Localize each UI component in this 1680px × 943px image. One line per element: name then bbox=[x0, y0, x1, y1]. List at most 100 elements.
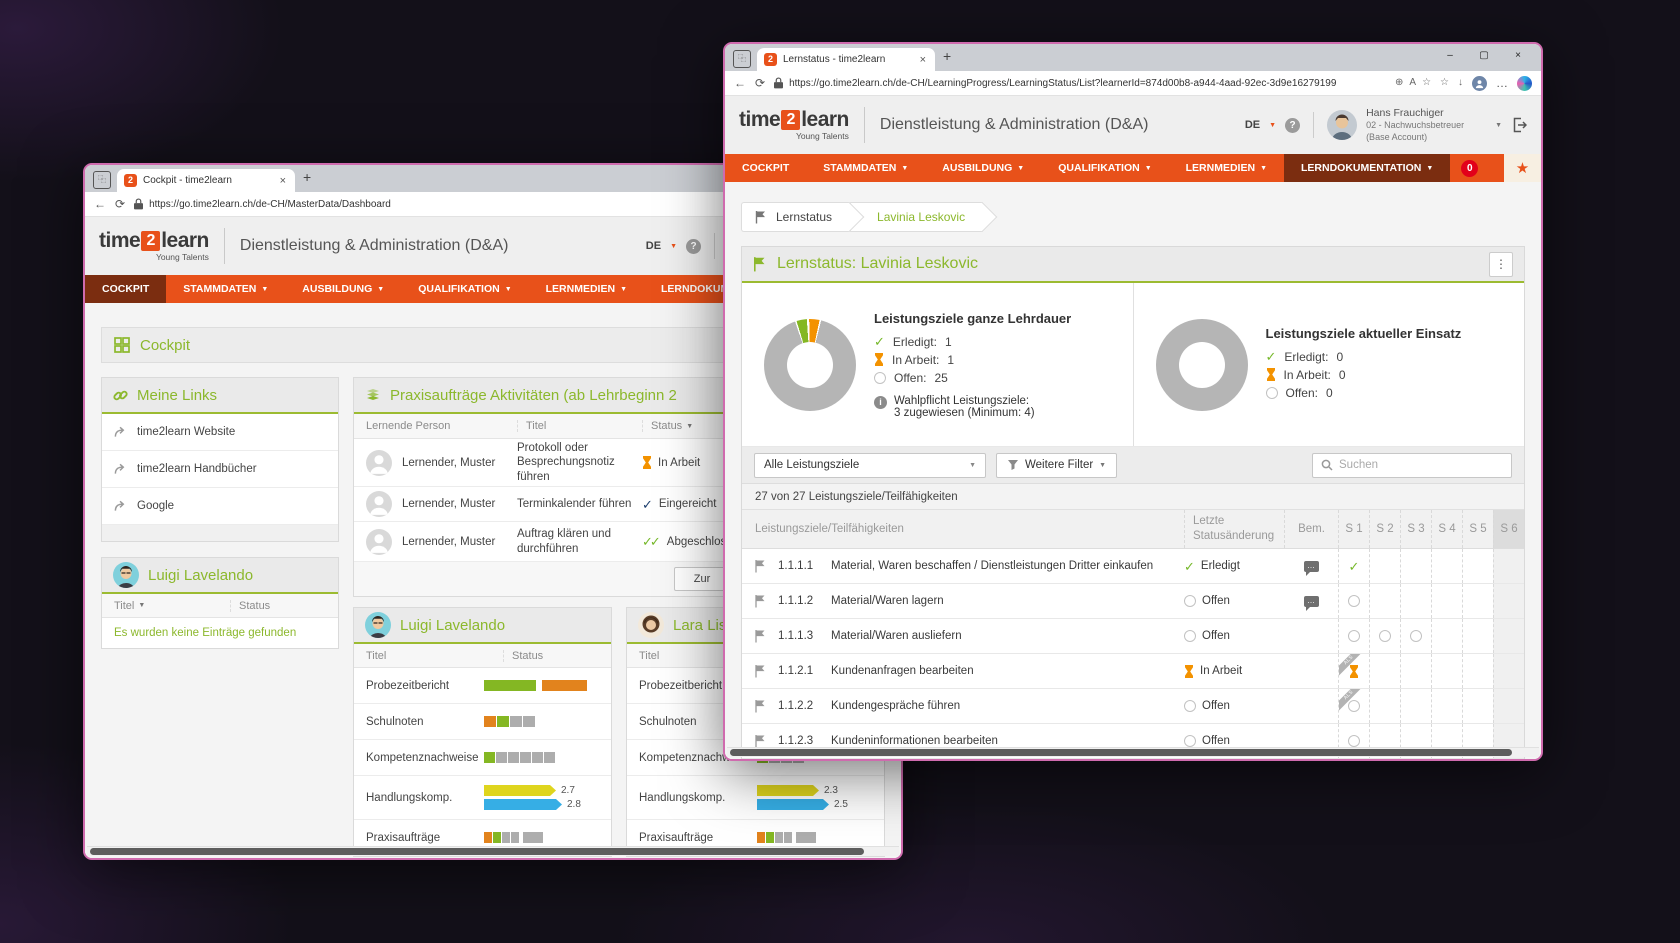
s4-cell[interactable] bbox=[1431, 549, 1462, 583]
link-item[interactable]: time2learn Website bbox=[102, 414, 338, 451]
read-aloud-icon[interactable]: A bbox=[1409, 78, 1416, 88]
horizontal-scrollbar[interactable] bbox=[727, 747, 1539, 757]
nav-cockpit[interactable]: COCKPIT bbox=[725, 154, 806, 182]
favorites-star-tile[interactable]: ★ bbox=[1504, 154, 1541, 182]
column-status[interactable]: Status bbox=[503, 650, 599, 662]
close-button[interactable]: × bbox=[1501, 44, 1535, 68]
s2-cell[interactable] bbox=[1369, 584, 1400, 618]
link-item[interactable]: Google bbox=[102, 488, 338, 525]
s4-cell[interactable] bbox=[1431, 619, 1462, 653]
tab-actions-icon[interactable]: ⿻ bbox=[93, 171, 111, 189]
browser-assistant-icon[interactable] bbox=[1517, 76, 1532, 91]
tab-close-icon[interactable]: × bbox=[278, 175, 288, 187]
help-icon[interactable]: ? bbox=[686, 239, 701, 254]
s1-cell[interactable]: ALS bbox=[1338, 689, 1369, 723]
column-titel[interactable]: Titel bbox=[517, 420, 642, 432]
kebab-menu-button[interactable]: ⋮ bbox=[1489, 252, 1513, 277]
s5-cell[interactable] bbox=[1462, 619, 1493, 653]
s3-cell[interactable] bbox=[1400, 619, 1431, 653]
s6-cell[interactable] bbox=[1493, 619, 1524, 653]
refresh-icon[interactable]: ⟳ bbox=[755, 77, 765, 89]
language-selector[interactable]: DE bbox=[1245, 119, 1260, 131]
s5-cell[interactable] bbox=[1462, 654, 1493, 688]
praxis-row[interactable]: Lernender, Muster Auftrag klären und dur… bbox=[354, 522, 742, 562]
scrollbar-thumb[interactable] bbox=[90, 848, 864, 855]
s2-cell[interactable] bbox=[1369, 689, 1400, 723]
column-status[interactable]: Status bbox=[230, 600, 326, 612]
column-s2[interactable]: S 2 bbox=[1369, 510, 1400, 548]
nav-cockpit[interactable]: COCKPIT bbox=[85, 275, 166, 303]
nav-lernmedien[interactable]: LERNMEDIEN▼ bbox=[529, 275, 644, 303]
comment-cell[interactable] bbox=[1284, 619, 1338, 653]
comment-cell[interactable]: … bbox=[1284, 584, 1338, 618]
address-bar[interactable]: https://go.time2learn.ch/de-CH/MasterDat… bbox=[134, 198, 791, 210]
nav-lerndokumentation[interactable]: LERNDOKUMENTATION▼ bbox=[1284, 154, 1450, 182]
goal-row[interactable]: 1.1.2.1Kundenanfragen bearbeiten In Arbe… bbox=[742, 654, 1524, 689]
goal-row[interactable]: 1.1.1.3Material/Waren ausliefern Offen bbox=[742, 619, 1524, 654]
nav-qualifikation[interactable]: QUALIFIKATION▼ bbox=[1041, 154, 1168, 182]
column-s1[interactable]: S 1 bbox=[1338, 510, 1369, 548]
column-titel[interactable]: Titel bbox=[114, 600, 134, 612]
weitere-filter-button[interactable]: Weitere Filter ▼ bbox=[996, 453, 1117, 478]
s6-cell[interactable] bbox=[1493, 689, 1524, 723]
column-s6[interactable]: S 6 bbox=[1493, 510, 1524, 548]
zur-button[interactable]: Zur bbox=[674, 567, 730, 591]
column-titel[interactable]: Titel bbox=[366, 650, 386, 662]
praxis-row[interactable]: Lernender, Muster Protokoll oder Besprec… bbox=[354, 439, 742, 487]
s5-cell[interactable] bbox=[1462, 689, 1493, 723]
comment-cell[interactable]: … bbox=[1284, 549, 1338, 583]
goal-row[interactable]: 1.1.1.1Material, Waren beschaffen / Dien… bbox=[742, 549, 1524, 584]
settings-dots-icon[interactable]: … bbox=[1496, 77, 1508, 89]
progress-row[interactable]: Probezeitbericht bbox=[354, 668, 611, 704]
new-tab-button[interactable]: + bbox=[303, 169, 311, 185]
column-titel[interactable]: Titel bbox=[639, 650, 659, 662]
refresh-icon[interactable]: ⟳ bbox=[115, 198, 125, 210]
nav-lernmedien[interactable]: LERNMEDIEN▼ bbox=[1169, 154, 1284, 182]
breadcrumb-lernstatus[interactable]: Lernstatus bbox=[741, 202, 850, 232]
notification-badge[interactable]: 0 bbox=[1461, 160, 1478, 177]
user-avatar[interactable] bbox=[1327, 110, 1357, 140]
download-icon[interactable]: ↓ bbox=[1458, 78, 1463, 88]
time2learn-logo[interactable]: time2learn Young Talents bbox=[739, 109, 849, 141]
back-icon[interactable]: ← bbox=[734, 77, 746, 89]
nav-ausbildung[interactable]: AUSBILDUNG▼ bbox=[925, 154, 1041, 182]
s3-cell[interactable] bbox=[1400, 584, 1431, 618]
column-s3[interactable]: S 3 bbox=[1400, 510, 1431, 548]
column-s5[interactable]: S 5 bbox=[1462, 510, 1493, 548]
tab-actions-icon[interactable]: ⿻ bbox=[733, 50, 751, 68]
column-person[interactable]: Lernende Person bbox=[366, 420, 517, 432]
tab-cockpit[interactable]: 2 Cockpit - time2learn × bbox=[117, 169, 295, 192]
profile-avatar[interactable] bbox=[1472, 76, 1487, 91]
search-box[interactable] bbox=[1312, 453, 1512, 478]
s1-cell[interactable]: ✓ bbox=[1338, 549, 1369, 583]
time2learn-logo[interactable]: time2learn Young Talents bbox=[99, 230, 209, 262]
language-selector[interactable]: DE bbox=[646, 240, 661, 252]
leistungsziele-dropdown[interactable]: Alle Leistungsziele▼ bbox=[754, 453, 986, 478]
link-item[interactable]: time2learn Handbücher bbox=[102, 451, 338, 488]
s6-cell[interactable] bbox=[1493, 584, 1524, 618]
nav-stammdaten[interactable]: STAMMDATEN▼ bbox=[166, 275, 285, 303]
s1-cell[interactable]: ALS bbox=[1338, 654, 1369, 688]
s5-cell[interactable] bbox=[1462, 584, 1493, 618]
tab-close-icon[interactable]: × bbox=[918, 54, 928, 66]
goal-row[interactable]: 1.1.1.2Material/Waren lagern Offen … bbox=[742, 584, 1524, 619]
praxis-row[interactable]: Lernender, Muster Terminkalender führen … bbox=[354, 487, 742, 522]
tab-lernstatus[interactable]: 2 Lernstatus - time2learn × bbox=[757, 48, 935, 71]
progress-row[interactable]: Kompetenznachweise bbox=[354, 740, 611, 776]
back-icon[interactable]: ← bbox=[94, 198, 106, 210]
search-input[interactable] bbox=[1339, 459, 1503, 471]
comment-cell[interactable] bbox=[1284, 654, 1338, 688]
progress-row[interactable]: Handlungskomp.2.32.5 bbox=[627, 776, 884, 820]
maximize-button[interactable]: ▢ bbox=[1467, 44, 1501, 68]
column-bemerkung[interactable]: Bem. bbox=[1284, 510, 1338, 548]
column-status[interactable]: Status▼ bbox=[642, 420, 730, 432]
scrollbar-thumb[interactable] bbox=[730, 749, 1512, 756]
nav-qualifikation[interactable]: QUALIFIKATION▼ bbox=[401, 275, 528, 303]
s1-cell[interactable] bbox=[1338, 584, 1369, 618]
new-tab-button[interactable]: + bbox=[943, 48, 951, 64]
nav-stammdaten[interactable]: STAMMDATEN▼ bbox=[806, 154, 925, 182]
column-s4[interactable]: S 4 bbox=[1431, 510, 1462, 548]
favorites-bar-icon[interactable]: ☆ bbox=[1440, 78, 1449, 88]
s1-cell[interactable] bbox=[1338, 619, 1369, 653]
column-statusaenderung[interactable]: LetzteStatusänderung bbox=[1184, 510, 1284, 548]
